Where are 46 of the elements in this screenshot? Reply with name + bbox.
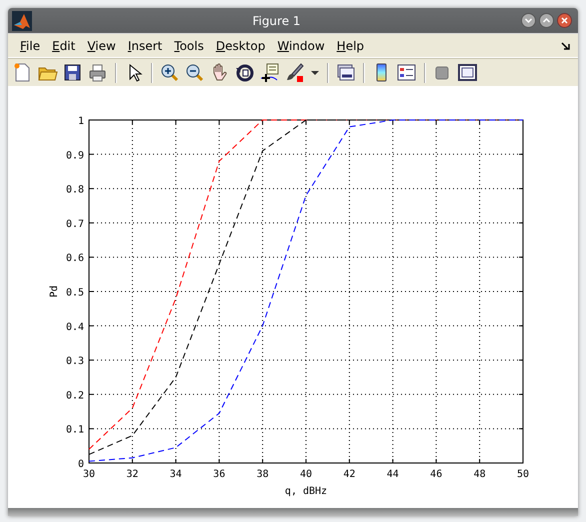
logo-icon <box>12 10 32 30</box>
menu-item[interactable]: File <box>14 38 46 52</box>
menu-item[interactable]: Tools <box>168 38 210 52</box>
zoom-in-icon[interactable] <box>159 62 181 84</box>
x-tick-label: 36 <box>213 469 226 480</box>
x-tick-label: 38 <box>256 469 269 480</box>
y-axis-label: Pd <box>49 285 60 298</box>
x-tick-label: 50 <box>516 469 530 480</box>
x-tick-label: 40 <box>300 469 312 480</box>
close-icon[interactable] <box>557 13 572 28</box>
x-tick-label: 46 <box>430 469 442 480</box>
menu-item[interactable]: View <box>81 38 122 52</box>
menu-item[interactable]: Desktop <box>210 38 272 52</box>
menu-item[interactable]: Window <box>271 38 331 52</box>
maximize-icon[interactable] <box>539 13 554 28</box>
window-icon[interactable] <box>457 62 479 84</box>
window-title: Figure 1 <box>251 14 302 28</box>
x-tick-label: 48 <box>474 469 486 480</box>
rotate-icon[interactable] <box>234 62 256 84</box>
zoom-out-icon[interactable] <box>184 62 206 84</box>
link-icon[interactable] <box>335 62 357 84</box>
y-tick-label: 0 <box>78 459 84 470</box>
x-tick-label: 42 <box>343 469 356 480</box>
y-tick-label: 0.4 <box>66 322 84 333</box>
y-tick-label: 0.8 <box>66 184 84 196</box>
minimize-icon[interactable] <box>521 13 536 28</box>
y-tick-label: 0.5 <box>66 288 84 298</box>
undock-icon[interactable] <box>560 40 572 52</box>
x-axis-label: q, dBHz <box>284 486 328 497</box>
y-tick-label: 0.2 <box>66 390 84 402</box>
data-cursor-icon[interactable] <box>259 62 281 84</box>
y-tick-label: 1 <box>78 116 84 127</box>
x-tick-label: 30 <box>82 469 96 480</box>
x-tick-label: 32 <box>126 469 138 480</box>
y-tick-label: 0.1 <box>66 424 84 436</box>
x-tick-label: 44 <box>386 469 399 480</box>
y-tick-label: 0.7 <box>66 218 84 230</box>
legend-icon[interactable] <box>396 62 418 84</box>
y-tick-label: 0.6 <box>66 253 84 264</box>
x-tick-label: 34 <box>170 469 182 480</box>
menu-item[interactable]: Insert <box>122 38 168 52</box>
brush-icon[interactable] <box>284 62 306 84</box>
menu-item[interactable]: Help <box>330 38 370 52</box>
y-tick-label: 0.9 <box>66 150 84 162</box>
menu-item[interactable]: Edit <box>46 38 82 52</box>
y-tick-label: 0.3 <box>66 356 84 368</box>
